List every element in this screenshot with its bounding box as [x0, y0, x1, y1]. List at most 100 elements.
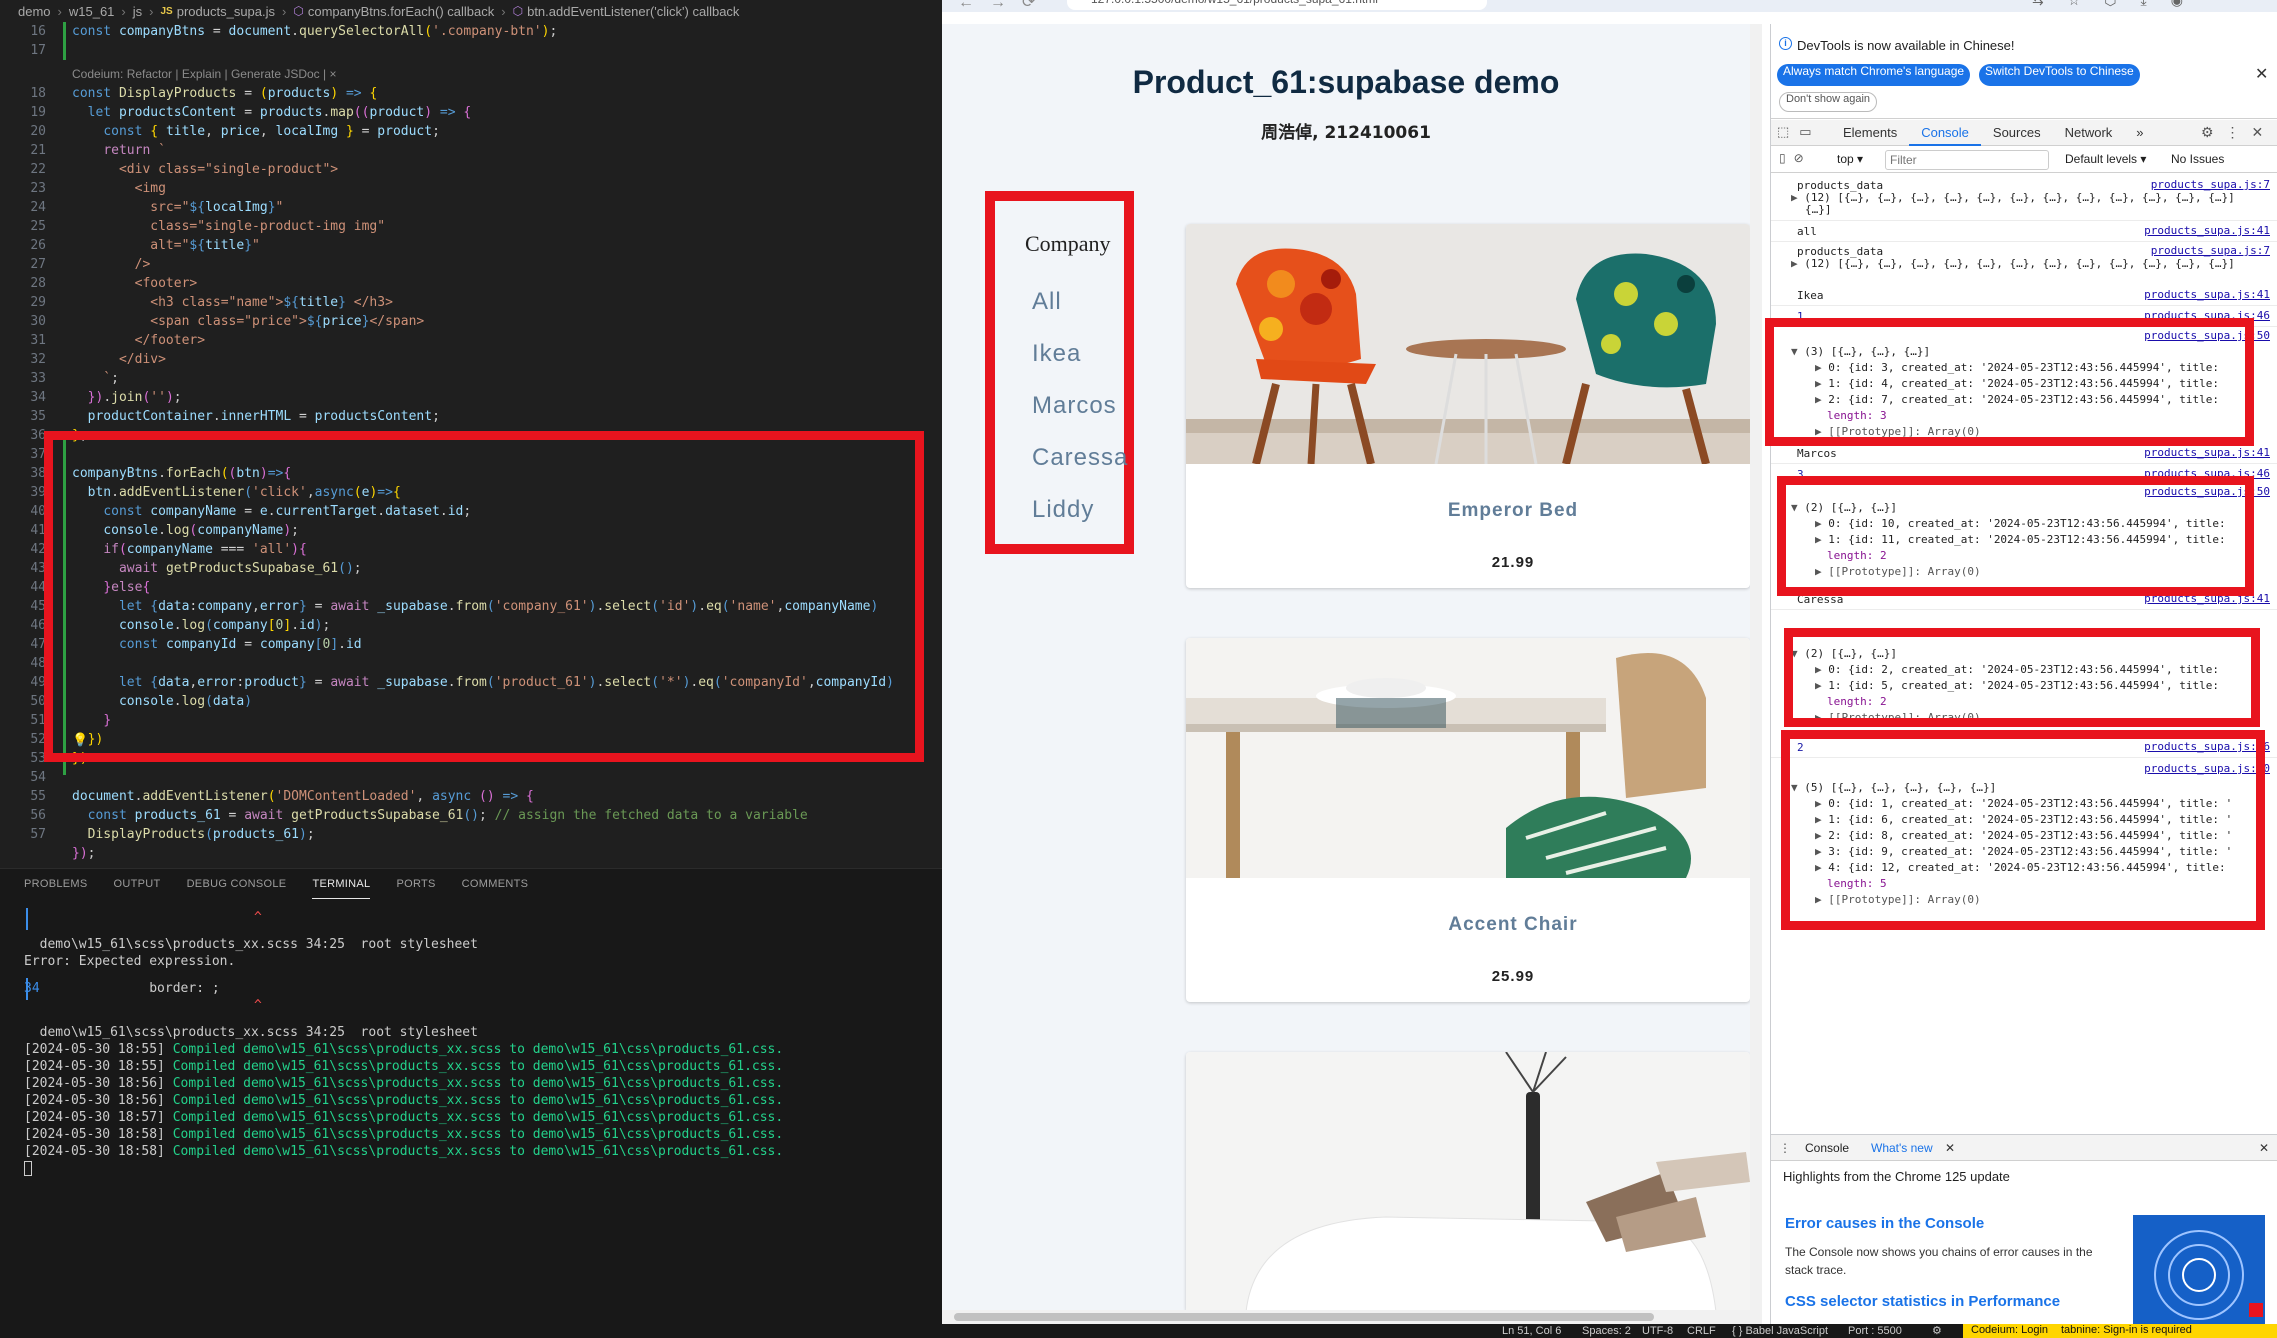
- company-heading: Company: [1025, 231, 1111, 256]
- breadcrumb-item[interactable]: companyBtns.forEach() callback: [308, 4, 494, 19]
- terminal-line: ^: [254, 998, 262, 1013]
- terminal-line: Error: Expected expression.: [24, 954, 236, 969]
- product-card[interactable]: [1186, 1052, 1750, 1312]
- product-card[interactable]: Emperor Bed 21.99: [1186, 224, 1750, 588]
- terminal-output[interactable]: ^ demo\w15_61\scss\products_xx.scss 34:2…: [24, 909, 934, 1177]
- bottom-panel: PROBLEMS OUTPUT DEBUG CONSOLE TERMINAL P…: [0, 868, 942, 1338]
- breadcrumb-item[interactable]: demo: [18, 4, 51, 19]
- tab-output[interactable]: OUTPUT: [114, 870, 161, 898]
- issues-counter[interactable]: No Issues: [2171, 152, 2224, 166]
- live-server-port[interactable]: Port : 5500: [1848, 1324, 1902, 1338]
- source-link[interactable]: products_supa.js:41: [2144, 224, 2270, 237]
- breadcrumb-item[interactable]: w15_61: [69, 4, 115, 19]
- sidebar-clear-icons[interactable]: ▯⊘: [1779, 151, 1812, 165]
- code-line: <div class="single-product">: [72, 162, 339, 177]
- drawer-tab-whats-new[interactable]: What's new: [1871, 1141, 1933, 1155]
- console-output[interactable]: products_data products_supa.js:7 ▶ (12) …: [1765, 174, 2277, 1130]
- address-bar[interactable]: 127.0.0.1:5500/demo/w15_61/products_supa…: [1067, 0, 1487, 10]
- line-ending[interactable]: CRLF: [1687, 1324, 1716, 1338]
- source-link[interactable]: products_supa.js:41: [2144, 288, 2270, 301]
- product-image: [1186, 224, 1750, 464]
- vertical-scrollbar[interactable]: [1750, 24, 1762, 1324]
- tab-sources[interactable]: Sources: [1981, 120, 2053, 146]
- web-page: Product_61:supabase demo 周浩倬, 212410061 …: [942, 24, 1750, 1324]
- product-price: 21.99: [1491, 554, 1535, 571]
- code-line: `;: [72, 371, 119, 386]
- code-line: />: [72, 257, 151, 272]
- settings-menu-close-icons[interactable]: ⚙⋮✕: [2201, 124, 2275, 141]
- terminal-line: [2024-05-30 18:56] Compiled demo\w15_61\…: [24, 1076, 784, 1091]
- tab-network[interactable]: Network: [2053, 120, 2125, 146]
- dont-show-again-button[interactable]: Don't show again: [1779, 92, 1878, 112]
- tab-comments[interactable]: COMMENTS: [462, 870, 529, 898]
- code-line: </div>: [72, 352, 166, 367]
- context-select[interactable]: top ▾: [1837, 152, 1863, 166]
- inspect-device-icons[interactable]: ⬚▭: [1777, 124, 1822, 140]
- toolbar-icons[interactable]: ⇆☆⬡⤓◉: [2032, 0, 2207, 9]
- drawer-tab-console[interactable]: Console: [1805, 1141, 1849, 1155]
- codelens-actions[interactable]: Codeium: Refactor | Explain | Generate J…: [72, 65, 336, 84]
- breadcrumb-item[interactable]: js: [133, 4, 142, 19]
- drawer-menu-icon[interactable]: ⋮: [1779, 1141, 1791, 1155]
- breadcrumb: demo › w15_61 › js › JS products_supa.js › ⬡…: [0, 0, 942, 22]
- console-array[interactable]: ▶ (12) [{…}, {…}, {…}, {…}, {…}, {…}, {……: [1791, 256, 2235, 271]
- settings-sync-icon[interactable]: ⚙: [1932, 1324, 1942, 1338]
- product-image: [1186, 1052, 1750, 1312]
- cursor-position[interactable]: Ln 51, Col 6: [1502, 1324, 1561, 1338]
- method-cube-icon: ⬡: [512, 4, 524, 18]
- company-btn-liddy[interactable]: Liddy: [1032, 496, 1094, 524]
- nav-arrows-icon[interactable]: ←→⟳: [958, 0, 1051, 12]
- log-levels-dropdown[interactable]: Default levels ▾: [2065, 152, 2146, 166]
- language-mode[interactable]: { } Babel JavaScript: [1732, 1324, 1828, 1338]
- source-link[interactable]: products_supa.js:41: [2144, 446, 2270, 459]
- console-array-wrap: {…}]: [1805, 203, 1832, 216]
- company-btn-all[interactable]: All: [1032, 288, 1062, 316]
- terminal-line: [2024-05-30 18:58] Compiled demo\w15_61\…: [24, 1127, 784, 1142]
- tab-console[interactable]: Console: [1909, 120, 1981, 146]
- whatsnew-thumbnail: [2133, 1215, 2265, 1325]
- match-language-button[interactable]: Always match Chrome's language: [1777, 64, 1971, 86]
- tab-elements[interactable]: Elements: [1831, 120, 1909, 146]
- devtools-drawer: ⋮ Console What's new ✕ ✕ Highlights from…: [1771, 1134, 2277, 1325]
- whatsnew-description: The Console now shows you chains of erro…: [1785, 1245, 2093, 1277]
- horizontal-scrollbar[interactable]: [942, 1310, 1750, 1324]
- chairs-photo: [1186, 224, 1750, 464]
- highlight-box: [1765, 318, 2254, 446]
- code-line: DisplayProducts(products_61);: [87, 827, 315, 842]
- breadcrumb-item[interactable]: products_supa.js: [177, 4, 275, 19]
- codeium-status[interactable]: Codeium: Login: [1963, 1324, 2057, 1338]
- close-drawer-icon[interactable]: ✕: [2259, 1141, 2269, 1155]
- close-icon[interactable]: ✕: [2255, 64, 2268, 84]
- tab-terminal[interactable]: TERMINAL: [312, 870, 371, 899]
- console-message: all: [1797, 225, 1817, 238]
- whatsnew-highlights: Highlights from the Chrome 125 update: [1783, 1169, 2010, 1184]
- product-price: 25.99: [1491, 968, 1535, 985]
- console-message: Ikea: [1797, 289, 1824, 302]
- filter-input[interactable]: [1885, 150, 2049, 170]
- breadcrumb-item[interactable]: btn.addEventListener('click') callback: [527, 4, 739, 19]
- more-tabs-icon[interactable]: »: [2124, 120, 2155, 146]
- indent-setting[interactable]: Spaces: 2: [1582, 1324, 1631, 1338]
- tab-problems[interactable]: PROBLEMS: [24, 870, 88, 898]
- whatsnew-link[interactable]: CSS selector statistics in Performance: [1785, 1293, 2060, 1310]
- product-name: Accent Chair: [1448, 914, 1578, 935]
- file-encoding[interactable]: UTF-8: [1642, 1324, 1673, 1338]
- company-btn-marcos[interactable]: Marcos: [1032, 392, 1117, 420]
- close-icon[interactable]: ✕: [1945, 1141, 1955, 1155]
- product-image: [1186, 638, 1750, 878]
- code-line: const { title, price, localImg } = produ…: [103, 124, 440, 139]
- chrome-devtools-graphic: [2154, 1230, 2263, 1320]
- company-btn-ikea[interactable]: Ikea: [1032, 340, 1081, 368]
- product-card[interactable]: Accent Chair 25.99: [1186, 638, 1750, 1002]
- tab-debug-console[interactable]: DEBUG CONSOLE: [187, 870, 287, 898]
- console-array[interactable]: ▶ (12) [{…}, {…}, {…}, {…}, {…}, {…}, {……: [1791, 190, 2235, 205]
- code-line: const DisplayProducts = (products) => {: [72, 86, 378, 101]
- whatsnew-link[interactable]: Error causes in the Console: [1785, 1215, 1984, 1232]
- terminal-line: demo\w15_61\scss\products_xx.scss 34:25 …: [39, 937, 478, 952]
- company-btn-caressa[interactable]: Caressa: [1032, 444, 1128, 472]
- scrollbar-thumb[interactable]: [954, 1313, 1654, 1321]
- terminal-line: 34 border: ;: [24, 981, 220, 996]
- switch-chinese-button[interactable]: Switch DevTools to Chinese: [1979, 64, 2140, 86]
- tabnine-status[interactable]: tabnine: Sign-in is required: [2055, 1324, 2277, 1338]
- tab-ports[interactable]: PORTS: [396, 870, 435, 898]
